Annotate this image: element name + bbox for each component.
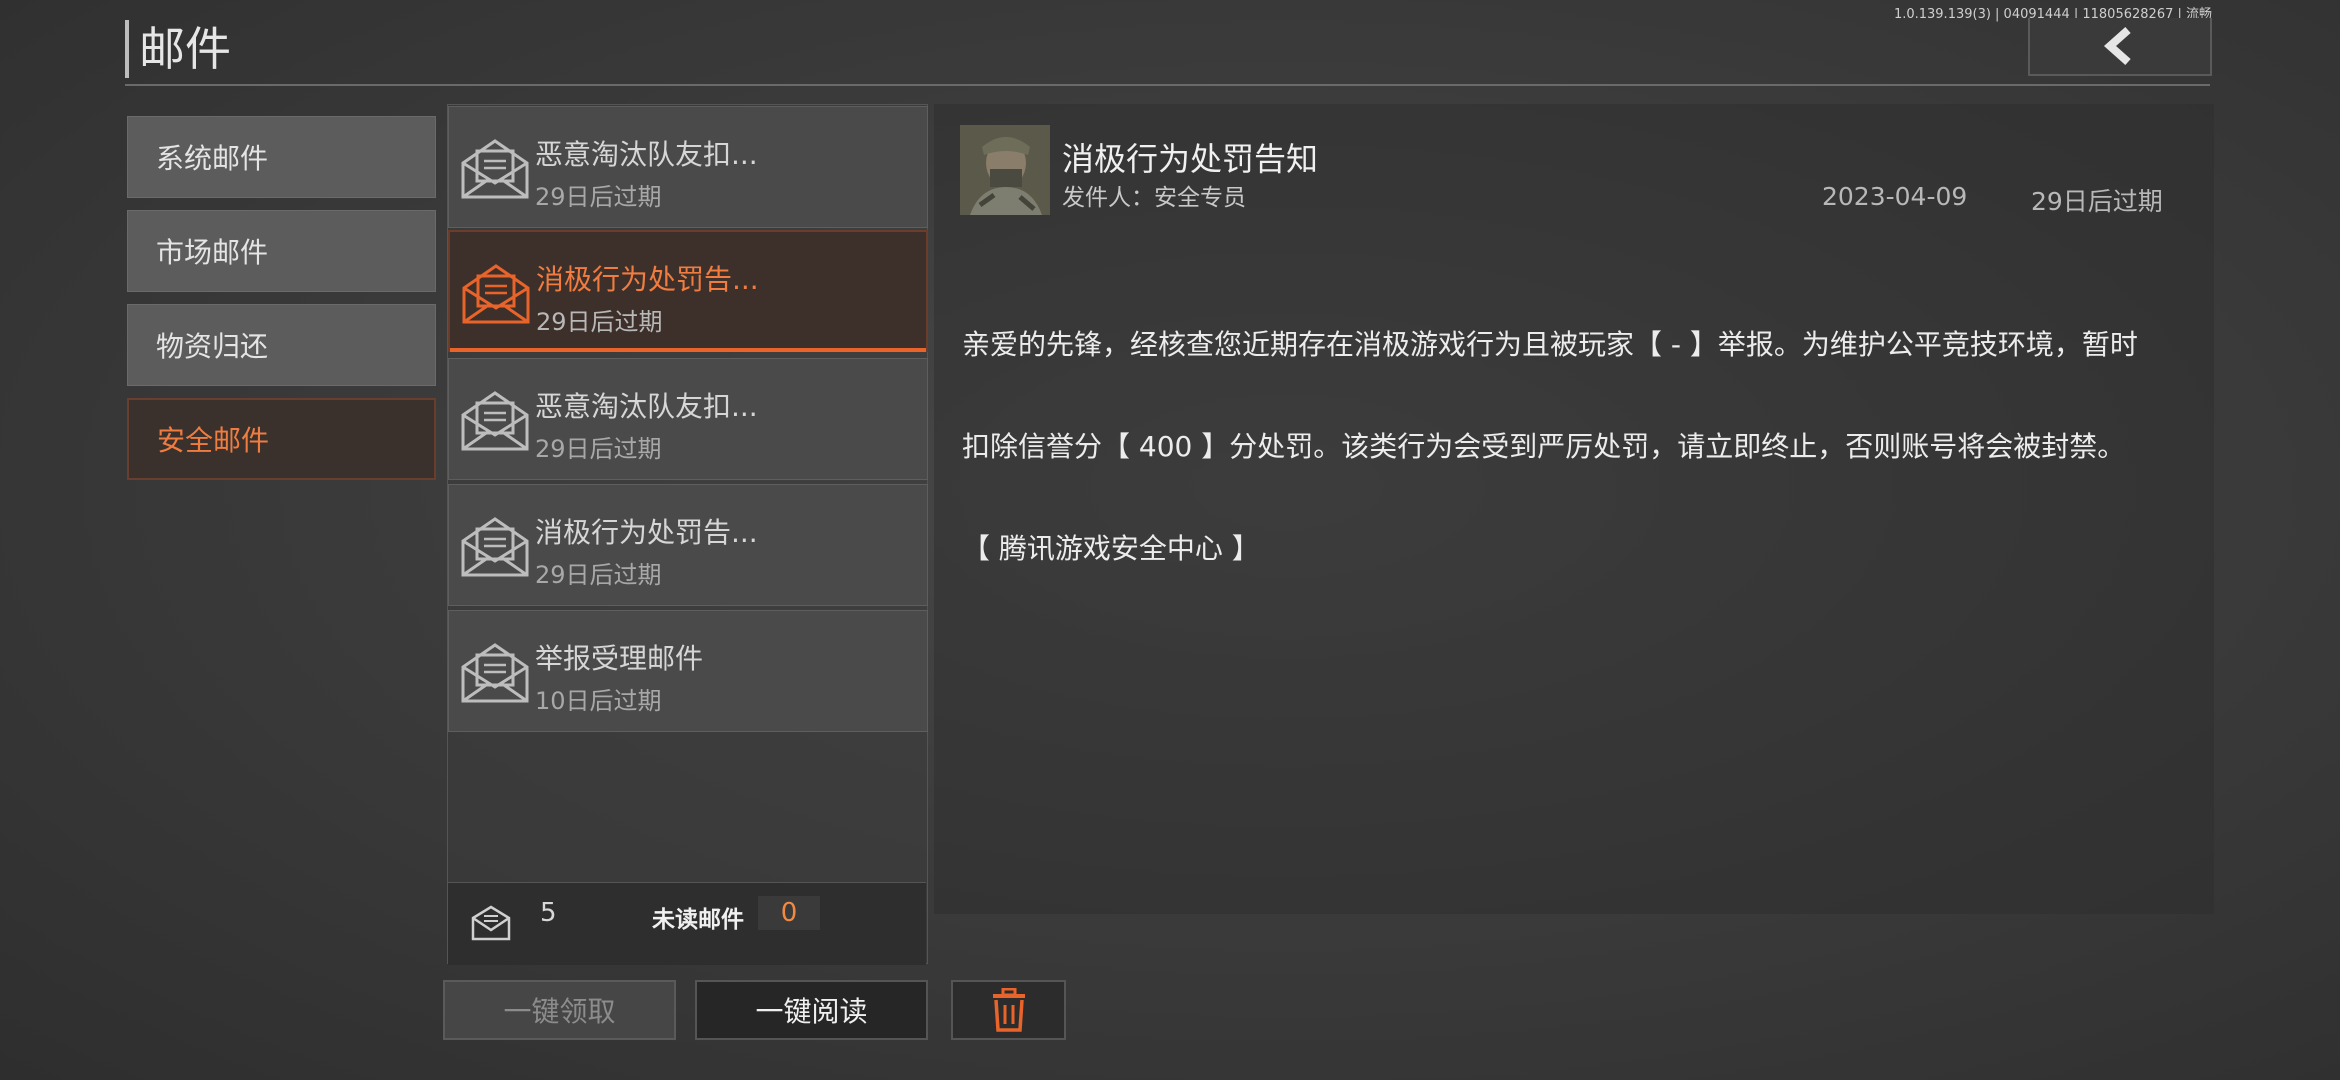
tab-supply-return[interactable]: 物资归还	[127, 304, 436, 386]
back-button[interactable]	[2028, 18, 2212, 76]
unread-count-badge: 0	[758, 896, 820, 930]
selected-indicator	[450, 348, 926, 352]
envelope-open-icon	[461, 517, 529, 577]
claim-all-label: 一键领取	[503, 995, 616, 1028]
tab-label: 系统邮件	[156, 142, 269, 175]
mail-expire: 10日后过期	[535, 687, 662, 715]
header-divider	[125, 84, 2210, 86]
read-all-label: 一键阅读	[755, 995, 868, 1028]
sender-avatar	[960, 125, 1050, 215]
claim-all-button[interactable]: 一键领取	[443, 980, 676, 1040]
mail-body: 亲爱的先锋，经核查您近期存在消极游戏行为且被玩家【 - 】举报。为维护公平竞技环…	[962, 260, 2162, 600]
mail-expire: 29日后过期	[536, 308, 663, 336]
tab-label: 物资归还	[156, 330, 269, 363]
mail-expire: 29日后过期	[535, 435, 662, 463]
page-title-bar: 邮件	[125, 20, 231, 78]
trash-icon	[992, 988, 1025, 1032]
mail-body-signature: 【 腾讯游戏安全中心 】	[962, 532, 1260, 565]
unread-label: 未读邮件	[652, 907, 744, 933]
mail-list-item[interactable]: 恶意淘汰队友扣... 29日后过期	[448, 106, 928, 228]
mail-subject: 消极行为处罚告...	[536, 263, 759, 296]
tab-security-mail[interactable]: 安全邮件	[127, 398, 436, 480]
envelope-open-icon	[461, 391, 529, 451]
mail-subject: 恶意淘汰队友扣...	[535, 390, 758, 423]
mail-list-item[interactable]: 消极行为处罚告... 29日后过期	[448, 484, 928, 606]
mail-subject: 举报受理邮件	[535, 642, 704, 675]
read-all-button[interactable]: 一键阅读	[695, 980, 928, 1040]
soldier-portrait-icon	[960, 125, 1050, 215]
tab-system-mail[interactable]: 系统邮件	[127, 116, 436, 198]
envelope-open-icon	[462, 264, 530, 324]
mail-list-item-selected[interactable]: 消极行为处罚告... 29日后过期	[448, 230, 928, 352]
mail-expire-date: 29日后过期	[2031, 187, 2163, 216]
tab-label: 安全邮件	[157, 424, 270, 457]
mail-list-item[interactable]: 举报受理邮件 10日后过期	[448, 610, 928, 732]
tab-market-mail[interactable]: 市场邮件	[127, 210, 436, 292]
total-mail-count: 5	[540, 898, 557, 928]
mail-expire: 29日后过期	[535, 561, 662, 589]
envelope-open-icon	[461, 643, 529, 703]
mail-subject: 消极行为处罚告...	[535, 516, 758, 549]
mail-subject: 恶意淘汰队友扣...	[535, 138, 758, 171]
mail-expire: 29日后过期	[535, 183, 662, 211]
mail-stack-icon	[471, 905, 511, 941]
delete-button[interactable]	[951, 980, 1066, 1040]
mail-date: 2023-04-09	[1822, 182, 1968, 211]
page-title: 邮件	[139, 22, 231, 76]
chevron-left-icon	[2103, 27, 2131, 65]
tab-label: 市场邮件	[156, 236, 269, 269]
mail-title: 消极行为处罚告知	[1062, 140, 1319, 178]
mail-list-item[interactable]: 恶意淘汰队友扣... 29日后过期	[448, 358, 928, 480]
mail-sender: 发件人：安全专员	[1062, 185, 1246, 211]
mail-body-line: 扣除信誉分【 400 】分处罚。该类行为会受到严厉处罚，请立即终止，否则账号将会…	[962, 430, 2126, 463]
envelope-open-icon	[461, 139, 529, 199]
mail-body-line: 亲爱的先锋，经核查您近期存在消极游戏行为且被玩家【 - 】举报。为维护公平竞技环…	[962, 328, 2138, 361]
